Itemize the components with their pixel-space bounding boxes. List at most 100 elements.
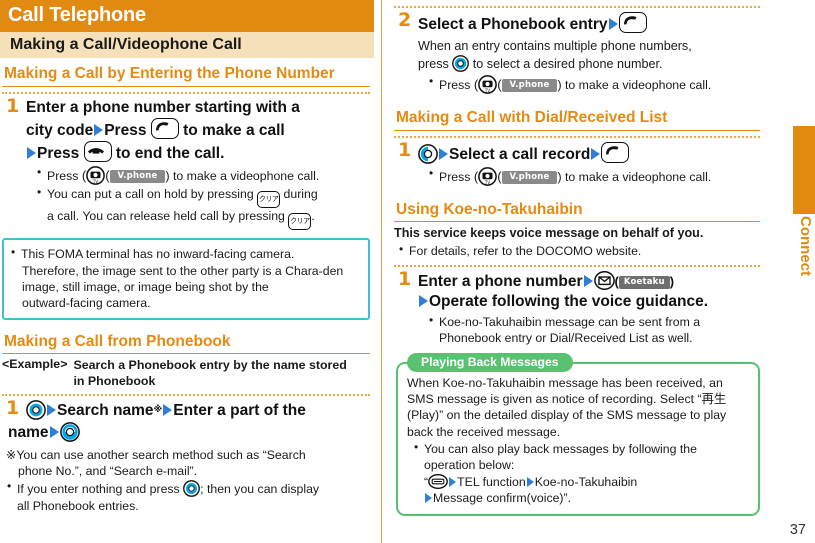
step-koe-enter-number: 1 Enter a phone number (Koetaku) Operate… xyxy=(396,267,760,347)
note-text: If you enter nothing and press xyxy=(17,482,180,497)
step-notes: Press ( TV (V.phone) to make a videophon… xyxy=(428,166,760,186)
page-title: Call Telephone xyxy=(0,0,374,32)
koe-note: For details, refer to the DOCOMO website… xyxy=(398,242,764,259)
page-number: 37 xyxy=(789,522,806,538)
softkey-vphone: V.phone xyxy=(501,79,558,93)
step-heading: Enter a phone number (Koetaku) xyxy=(418,270,675,290)
arrow-icon xyxy=(439,147,448,160)
note-line: image, still image, or image being shot … xyxy=(22,279,269,294)
playback-note: You can also play back messages by follo… xyxy=(413,440,750,506)
note-line-2: Phonebook entry or Dial/Received List as… xyxy=(439,331,693,346)
step-number: 2 xyxy=(398,9,412,31)
section-heading-dial-list: Making a Call with Dial/Received List xyxy=(394,106,760,131)
dotted-divider xyxy=(394,264,760,267)
note-text-tail: ; then you can display xyxy=(200,482,320,497)
footnote-block: ※You can use another search method such … xyxy=(6,447,370,514)
dotted-divider xyxy=(394,135,760,138)
softkey-vphone: V.phone xyxy=(109,170,166,184)
note-text: Press xyxy=(439,169,471,184)
step-heading: Select a call record xyxy=(418,141,760,165)
playback-line-1: When Koe-no-Takuhaibin message has been … xyxy=(407,375,723,390)
note-box-camera: This FOMA terminal has no inward-facing … xyxy=(2,238,370,320)
nav-center-key-icon xyxy=(183,480,201,498)
step-line-3a: Press xyxy=(37,145,80,163)
camera-tv-key-icon: TV xyxy=(478,167,498,186)
step-text: Select a call record xyxy=(449,145,591,163)
note-line: This FOMA terminal has no inward-facing … xyxy=(10,245,361,262)
step-text-search-name: Search name xyxy=(57,402,154,420)
side-tab-block xyxy=(793,126,815,214)
footnote-line-2: phone No.”, and “Search e-mail”. xyxy=(18,464,198,479)
step-notes: Press ( TV (V.phone) to make a videophon… xyxy=(36,165,370,231)
step-text-name: name xyxy=(8,423,49,441)
note-text-tail: . xyxy=(311,209,315,224)
playback-line-3: (Play)” on the detailed display of the S… xyxy=(407,408,727,423)
arrow-icon xyxy=(419,294,428,307)
example-line-1: Search a Phonebook entry by the name sto… xyxy=(73,358,347,373)
dotted-divider xyxy=(2,394,370,397)
step-text: Enter a phone number xyxy=(418,272,583,290)
arrow-icon xyxy=(163,404,173,417)
body-line-2b: to select a desired phone number. xyxy=(472,57,663,72)
note-box-playback: Playing Back Messages When Koe-no-Takuha… xyxy=(396,352,760,517)
note-hold-call: You can put a call on hold by pressing ク… xyxy=(36,185,370,231)
nav-center-key-icon xyxy=(26,400,46,421)
step-notes: Press ( TV (V.phone) to make a videophon… xyxy=(428,74,760,94)
note-text-tail: during xyxy=(283,187,318,202)
step-line-3b: to end the call. xyxy=(115,145,225,163)
menu-path-tel: TEL function xyxy=(457,474,526,489)
footnote-marker: ※ xyxy=(6,447,17,462)
call-key-icon xyxy=(150,117,179,139)
menu-path-confirm: Message confirm(voice)”. xyxy=(433,490,572,505)
step-body: When an entry contains multiple phone nu… xyxy=(418,38,760,73)
note-videophone: Press ( TV (V.phone) to make a videophon… xyxy=(428,74,760,94)
note-line-1: Koe-no-Takuhaibin message can be sent fr… xyxy=(439,315,701,330)
example-label: <Example> xyxy=(2,357,68,372)
note-line-1: You can also play back messages by follo… xyxy=(424,441,697,456)
arrow-icon xyxy=(49,425,59,438)
arrow-icon xyxy=(27,147,36,160)
clear-key-icon: クリア xyxy=(288,213,312,231)
side-tab-label: Connect xyxy=(797,216,814,276)
note-text: Press xyxy=(439,78,471,93)
softkey-vphone: V.phone xyxy=(501,170,558,184)
right-column: 2 Select a Phonebook entry When an entry… xyxy=(392,0,764,543)
arrow-icon xyxy=(608,18,618,30)
step-number: 1 xyxy=(398,267,412,290)
note-line: Therefore, the image sent to the other p… xyxy=(22,263,344,278)
footnote-line-1: ※You can use another search method such … xyxy=(6,447,370,463)
body-line-2a: press xyxy=(418,57,449,72)
camera-tv-key-icon: TV xyxy=(86,166,106,186)
step-number: 1 xyxy=(398,138,412,161)
step-line-2a: city code xyxy=(26,121,94,139)
softkey-koetaku: Koetaku xyxy=(618,275,670,289)
svg-text:TV: TV xyxy=(484,88,490,93)
step-number: 1 xyxy=(6,94,20,117)
step-select-entry: 2 Select a Phonebook entry When an entry… xyxy=(396,9,760,94)
note-line: outward-facing camera. xyxy=(22,296,151,311)
note-text-tail: ) to make a videophone call. xyxy=(165,169,320,184)
step-heading-cont: name xyxy=(8,421,370,443)
playback-line-2: SMS message is given as notice of record… xyxy=(407,391,727,406)
step-heading: Search name※ Enter a part of the xyxy=(26,400,370,421)
dotted-divider xyxy=(2,91,370,94)
end-key-icon xyxy=(83,141,112,163)
menu-path-koe: Koe-no-Takuhaibin xyxy=(534,474,638,489)
step-line-1: Enter a phone number starting with a xyxy=(26,98,300,116)
arrow-icon xyxy=(449,476,457,487)
note-text-tail: ) to make a videophone call. xyxy=(557,169,712,184)
note-line-4: Message confirm(voice)”. xyxy=(424,490,750,506)
section-heading-phonebook: Making a Call from Phonebook xyxy=(2,330,370,355)
note-videophone: Press ( TV (V.phone) to make a videophon… xyxy=(36,165,370,186)
clear-key-icon: クリア xyxy=(257,191,281,209)
note-line-2: all Phonebook entries. xyxy=(17,498,139,513)
arrow-icon xyxy=(94,123,104,136)
note-text: Press xyxy=(47,169,79,184)
mail-key-icon xyxy=(593,270,615,290)
step-enter-number: 1 Enter a phone number starting with a c… xyxy=(4,94,370,231)
step-heading: Enter a phone number starting with a cit… xyxy=(26,98,370,164)
footnote-marker: ※ xyxy=(153,404,163,415)
left-column: Call Telephone Making a Call/Videophone … xyxy=(0,0,374,543)
step-text: Select a Phonebook entry xyxy=(418,16,608,33)
note-line-3: “ TEL function Koe-no-Takuhaibin xyxy=(424,473,750,490)
